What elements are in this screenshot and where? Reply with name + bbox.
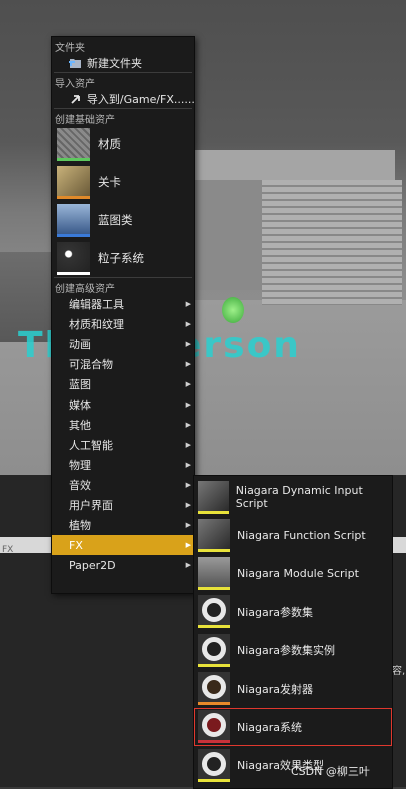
chevron-right-icon: ▶ [185, 460, 191, 469]
section-header-import: 导入资产 [55, 79, 95, 90]
fx-submenu: Niagara Dynamic Input Script Niagara Func… [193, 475, 393, 789]
fx-asset-label: Niagara Module Script [237, 567, 359, 581]
advanced-category-label: 蓝图 [69, 378, 91, 392]
advanced-category-label: 编辑器工具 [69, 298, 124, 312]
blueprint-icon [57, 203, 90, 237]
fx-asset-label: Niagara参数集 [237, 605, 314, 619]
chevron-right-icon: ▶ [185, 521, 191, 530]
advanced-category-label: 材质和纹理 [69, 318, 124, 332]
parameter-collection-icon [198, 595, 230, 629]
chevron-right-icon: ▶ [185, 541, 191, 550]
add-new-context-menu: 文件夹 新建文件夹 导入资产 导入到/Game/FX...... 创建基础资产 … [51, 36, 195, 594]
clipped-text: 容, [392, 666, 406, 677]
fx-asset-item[interactable]: Niagara参数集 [194, 593, 392, 631]
fx-asset-item[interactable]: Niagara Module Script [194, 555, 392, 593]
watermark: CSDN @柳三叶 [291, 765, 370, 778]
fx-asset-label: Niagara发射器 [237, 682, 314, 696]
chevron-right-icon: ▶ [185, 360, 191, 369]
chevron-right-icon: ▶ [185, 440, 191, 449]
level-icon [57, 165, 90, 199]
new-folder-label: 新建文件夹 [87, 56, 142, 70]
chevron-right-icon: ▶ [185, 300, 191, 309]
dynamic-input-script-icon [198, 480, 229, 514]
fx-asset-label: Niagara Dynamic Input Script [235, 484, 363, 510]
advanced-category-label: 动画 [69, 338, 91, 352]
advanced-category-item[interactable]: FX ▶ [52, 535, 194, 556]
function-script-icon [198, 518, 230, 552]
chevron-right-icon: ▶ [185, 380, 191, 389]
advanced-category-label: 用户界面 [69, 498, 113, 512]
advanced-category-item[interactable]: 物理 ▶ [52, 455, 194, 475]
advanced-category-item[interactable]: 材质和纹理 ▶ [52, 314, 194, 334]
fx-asset-item[interactable]: Niagara参数集实例 [194, 631, 392, 669]
particle-icon [57, 241, 90, 275]
advanced-category-label: 音效 [69, 478, 91, 492]
path-label: FX [2, 545, 14, 555]
advanced-category-item[interactable]: 人工智能 ▶ [52, 435, 194, 455]
advanced-category-item[interactable]: Paper2D ▶ [52, 555, 194, 575]
chevron-right-icon: ▶ [185, 500, 191, 509]
advanced-category-label: 媒体 [69, 398, 91, 412]
fx-asset-item[interactable]: Niagara Dynamic Input Script [194, 478, 392, 516]
basic-asset-label: 关卡 [98, 175, 121, 189]
chevron-right-icon: ▶ [185, 320, 191, 329]
advanced-category-label: Paper2D [69, 558, 116, 572]
player-start-icon [222, 297, 244, 323]
basic-asset-label: 材质 [98, 137, 121, 151]
folder-plus-icon [69, 56, 83, 70]
advanced-category-item[interactable]: 用户界面 ▶ [52, 495, 194, 515]
fx-asset-label: Niagara系统 [237, 720, 303, 734]
basic-asset-level[interactable]: 关卡 [52, 163, 194, 201]
advanced-category-label: 人工智能 [69, 438, 113, 452]
fx-asset-item[interactable]: Niagara发射器 [194, 670, 392, 708]
basic-asset-particle[interactable]: 粒子系统 [52, 239, 194, 277]
advanced-category-label: FX [69, 538, 83, 552]
advanced-category-item[interactable]: 可混合物 ▶ [52, 354, 194, 374]
chevron-right-icon: ▶ [185, 480, 191, 489]
advanced-category-item[interactable]: 其他 ▶ [52, 415, 194, 435]
system-icon [198, 710, 230, 744]
advanced-category-label: 其他 [69, 418, 91, 432]
chevron-right-icon: ▶ [185, 420, 191, 429]
advanced-category-label: 物理 [69, 458, 91, 472]
viewport-stairs [262, 180, 402, 305]
fx-asset-item[interactable]: Niagara系统 [194, 707, 392, 746]
advanced-category-item[interactable]: 音效 ▶ [52, 475, 194, 495]
advanced-category-label: 植物 [69, 519, 91, 533]
advanced-category-item[interactable]: 动画 ▶ [52, 334, 194, 354]
import-icon [69, 92, 83, 106]
material-sphere-icon [57, 127, 90, 161]
advanced-category-item[interactable]: 植物 ▶ [52, 515, 194, 535]
chevron-right-icon: ▶ [185, 340, 191, 349]
basic-asset-label: 粒子系统 [98, 251, 144, 265]
effect-type-icon [198, 748, 230, 782]
basic-asset-material[interactable]: 材质 [52, 125, 194, 163]
advanced-category-item[interactable]: 媒体 ▶ [52, 394, 194, 414]
parameter-collection-instance-icon [198, 633, 230, 667]
advanced-category-item[interactable]: 蓝图 ▶ [52, 374, 194, 394]
section-header-advanced: 创建高级资产 [55, 284, 115, 295]
section-header-basic: 创建基础资产 [55, 115, 115, 126]
basic-asset-label: 蓝图类 [98, 213, 133, 227]
chevron-right-icon: ▶ [185, 400, 191, 409]
fx-asset-item[interactable]: Niagara Function Script [194, 516, 392, 554]
basic-asset-blueprint[interactable]: 蓝图类 [52, 201, 194, 239]
emitter-icon [198, 672, 230, 705]
chevron-right-icon: ▶ [185, 561, 191, 570]
import-to-item[interactable]: 导入到/Game/FX...... [52, 89, 194, 108]
new-folder-item[interactable]: 新建文件夹 [52, 53, 194, 72]
fx-asset-label: Niagara Function Script [237, 528, 366, 542]
module-script-icon [198, 557, 230, 591]
advanced-asset-list: 编辑器工具 ▶ 材质和纹理 ▶ 动画 ▶ 可混合物 ▶ 蓝图 ▶ 媒体 ▶ 其他 ▶ 人工智能 ▶ 物理 ▶ 音效 ▶… [52, 294, 194, 575]
advanced-category-label: 可混合物 [69, 358, 113, 372]
fx-asset-label: Niagara参数集实例 [237, 644, 336, 658]
section-header-folder: 文件夹 [55, 43, 85, 54]
advanced-category-item[interactable]: 编辑器工具 ▶ [52, 294, 194, 314]
import-to-label: 导入到/Game/FX...... [86, 92, 194, 106]
